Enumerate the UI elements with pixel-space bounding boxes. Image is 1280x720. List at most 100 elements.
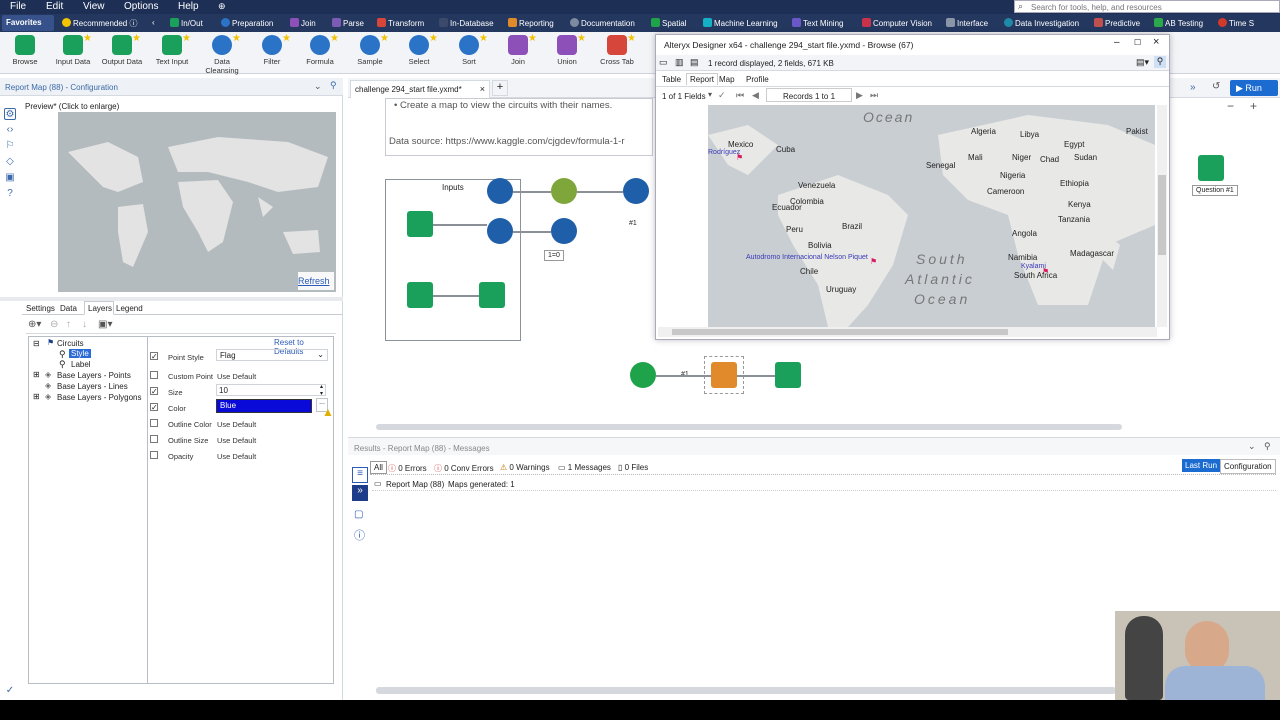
tab-in-database[interactable]: In-Database <box>439 18 494 28</box>
browse-node-2[interactable] <box>775 362 801 388</box>
tab-reporting[interactable]: Reporting <box>508 18 554 28</box>
tab-parse[interactable]: Parse <box>332 18 364 28</box>
tool-cross-tab[interactable]: ★ Cross Tab <box>595 33 639 66</box>
tab-text-mining[interactable]: Text Mining <box>792 18 843 28</box>
run-button[interactable]: ▶ Run <box>1230 80 1278 96</box>
add-layer-icon[interactable]: ⊕▾ <box>28 319 41 330</box>
tool-join[interactable]: ★ Join <box>496 33 540 66</box>
fields-dropdown[interactable]: 1 of 1 Fields <box>662 92 706 101</box>
filter-all[interactable]: All <box>370 461 387 474</box>
menu-options[interactable]: Options <box>124 1 158 12</box>
tab-ab-testing[interactable]: AB Testing <box>1154 18 1203 28</box>
select-node[interactable] <box>487 178 513 204</box>
tab-transform[interactable]: Transform <box>377 18 424 28</box>
zoom-in-icon[interactable]: + <box>1250 99 1257 113</box>
layout-stack-icon[interactable]: ▤ <box>690 57 699 68</box>
point-style-select[interactable]: Flag ⌄ <box>216 349 328 361</box>
report-map[interactable]: Ocean South Atlantic Ocean Algeria Libya… <box>708 105 1155 327</box>
annotation-icon[interactable]: ⚐ <box>4 140 16 152</box>
tab-machine-learning[interactable]: Machine Learning <box>703 18 778 28</box>
close-icon[interactable]: × <box>1153 36 1159 48</box>
stepper-arrows-icon[interactable]: ▴ ▾ <box>320 383 323 397</box>
message-row[interactable]: ▭ Report Map (88) Maps generated: 1 <box>372 479 1276 491</box>
tab-map[interactable]: Map <box>719 75 735 84</box>
tab-documentation[interactable]: Documentation <box>570 18 635 28</box>
prop-value[interactable]: Use Default <box>217 436 256 445</box>
checkbox-point-style[interactable]: ✓ <box>150 352 158 361</box>
remove-layer-icon[interactable]: ⊖ <box>50 319 58 330</box>
tool-input-data[interactable]: ★ Input Data <box>51 33 95 66</box>
checkbox-outline-color[interactable] <box>150 419 158 427</box>
tree-base-points[interactable]: Base Layers - Points <box>57 371 131 380</box>
last-record-icon[interactable]: ⏭ <box>870 90 878 101</box>
menu-view[interactable]: View <box>83 1 105 12</box>
cube-icon[interactable]: ▣ <box>4 172 16 184</box>
tab-predictive[interactable]: Predictive <box>1094 18 1140 28</box>
layout-split-icon[interactable]: ▥ <box>675 57 684 68</box>
tree-style[interactable]: Style <box>69 349 91 358</box>
move-down-icon[interactable]: ↓ <box>82 319 87 330</box>
options-icon[interactable]: ▤▾ <box>1136 57 1149 68</box>
tab-report[interactable]: Report <box>686 73 719 85</box>
vertical-scrollbar[interactable] <box>1157 105 1167 327</box>
globe-icon[interactable]: ⊕ <box>218 1 226 12</box>
size-stepper[interactable]: 10 <box>216 384 326 396</box>
tab-time-series[interactable]: Time S <box>1218 18 1254 28</box>
text-input-node[interactable] <box>407 282 433 308</box>
prop-value[interactable]: Use Default <box>217 372 256 381</box>
filter-conv-errors[interactable]: ⓘ 0 Conv Errors <box>434 463 494 474</box>
code-icon[interactable]: ‹› <box>4 124 16 136</box>
tree-base-polygons[interactable]: Base Layers - Polygons <box>57 393 142 402</box>
tag-icon[interactable]: ◇ <box>4 156 16 168</box>
tab-join[interactable]: Join <box>290 18 316 28</box>
results-scrollbar[interactable] <box>376 687 1116 694</box>
filter-messages[interactable]: ▭ 1 Messages <box>558 463 611 472</box>
previous-icon[interactable]: ◀ <box>752 90 759 101</box>
tab-settings[interactable]: Settings <box>26 304 55 313</box>
checkbox-custom-point[interactable] <box>150 371 158 379</box>
horizontal-scrollbar[interactable] <box>658 327 1157 337</box>
splitter[interactable] <box>0 297 343 301</box>
comment-box[interactable]: • Create a map to view the circuits with… <box>385 98 653 156</box>
expand-icon[interactable]: » <box>352 485 368 501</box>
tool-union[interactable]: ★ Union <box>545 33 589 66</box>
tree-expander[interactable]: ⊟ <box>33 339 40 348</box>
filter-node[interactable] <box>551 218 577 244</box>
first-record-icon[interactable]: ⏮ <box>736 90 744 101</box>
tab-inout[interactable]: In/Out <box>170 18 203 28</box>
next-icon[interactable]: ▶ <box>856 90 863 101</box>
tree-label[interactable]: Label <box>71 360 91 369</box>
chevrons-right-icon[interactable]: » <box>1190 82 1196 93</box>
tab-profile[interactable]: Profile <box>746 75 769 84</box>
help-icon[interactable]: ? <box>4 188 16 200</box>
layer-menu-icon[interactable]: ▣▾ <box>98 319 112 330</box>
tool-output-data[interactable]: ★ Output Data <box>100 33 144 66</box>
new-tab-button[interactable]: + <box>492 80 508 96</box>
tool-sort[interactable]: ★ Sort <box>447 33 491 66</box>
pin-icon[interactable]: ⚲ <box>1154 56 1166 68</box>
pin-icon[interactable]: ⚲ <box>1264 441 1271 452</box>
checkbox-color[interactable]: ✓ <box>150 403 158 412</box>
tab-recommended[interactable]: Recommended ⓘ <box>62 18 137 29</box>
gear-icon[interactable]: ⚙ <box>4 108 16 120</box>
map-preview[interactable]: Refresh <box>58 112 336 292</box>
filter-errors[interactable]: ⓘ 0 Errors <box>388 463 427 474</box>
tree-base-lines[interactable]: Base Layers - Lines <box>57 382 128 391</box>
horizontal-scrollbar[interactable] <box>376 424 1122 430</box>
close-icon[interactable]: × <box>480 84 485 94</box>
chevron-left-icon[interactable]: ‹ <box>152 18 155 27</box>
tab-workflow[interactable]: challenge 294_start file.yxmd* × <box>350 80 490 98</box>
check-icon[interactable]: ✓ <box>718 90 726 101</box>
filter-files[interactable]: ▯ 0 Files <box>618 463 648 472</box>
configuration-button[interactable]: Configuration <box>1220 459 1276 474</box>
prop-value[interactable]: Use Default <box>217 452 256 461</box>
tree-expander[interactable]: ⊞ <box>33 370 40 379</box>
tool-filter[interactable]: ★ Filter <box>250 33 294 66</box>
move-up-icon[interactable]: ↑ <box>66 319 71 330</box>
checkbox-opacity[interactable] <box>150 451 158 459</box>
menu-file[interactable]: File <box>10 1 26 12</box>
input-data-node[interactable] <box>407 211 433 237</box>
pin-icon[interactable]: ⚲ <box>330 80 337 91</box>
help-icon[interactable]: ⓘ <box>354 527 365 543</box>
menu-help[interactable]: Help <box>178 1 199 12</box>
